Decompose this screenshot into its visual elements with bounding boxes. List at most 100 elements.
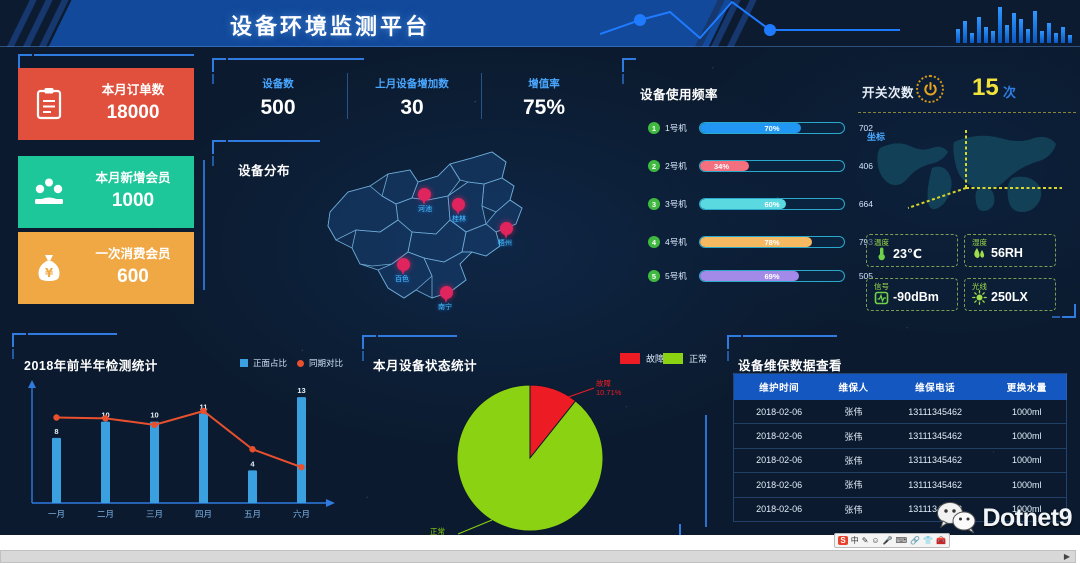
- usage-index-badge: 5: [648, 270, 660, 282]
- pie-legend-item-fault[interactable]: 故障: [620, 352, 664, 365]
- usage-progress-track[interactable]: 34%: [699, 160, 845, 172]
- device-status-pie-chart[interactable]: 故障10.71%正常89.29%: [400, 370, 690, 555]
- table-cell: 张伟: [824, 472, 883, 498]
- table-column-header[interactable]: 维护时间: [733, 373, 825, 400]
- ime-link-icon[interactable]: 🔗: [910, 536, 920, 545]
- usage-row-4[interactable]: 4 4号机 78% 793: [648, 235, 873, 249]
- stat-device-count: 设备数 500: [218, 76, 338, 120]
- ime-toolbar[interactable]: S 中 ✎ ☺ 🎤 ⌨ 🔗 👕 🧰: [834, 533, 950, 548]
- bar-chart-title: 2018年前半年检测统计: [24, 359, 158, 373]
- table-cell: 1000ml: [987, 400, 1067, 425]
- kpi-label: 本月订单数: [101, 83, 165, 98]
- pie-panel-divider: [705, 415, 707, 527]
- horizontal-scrollbar[interactable]: ▶: [0, 550, 1076, 563]
- table-row[interactable]: 2018-02-06 张伟 13111345462 1000ml: [733, 400, 1067, 425]
- ime-keyboard-icon[interactable]: ⌨: [896, 536, 908, 545]
- table-header-row: 维护时间 维保人 维保电话 更换水量: [733, 373, 1067, 400]
- usage-device-name: 2号机: [665, 161, 687, 171]
- detection-bar-line-chart[interactable]: 8一月10二月10三月11四月4五月13六月: [14, 375, 344, 525]
- usage-row-1[interactable]: 1 1号机 70% 702: [648, 121, 873, 135]
- svg-text:三月: 三月: [146, 509, 163, 519]
- watermark: Dotnet9: [936, 501, 1072, 535]
- table-column-header[interactable]: 维保人: [824, 373, 883, 400]
- table-row[interactable]: 2018-02-06 张伟 13111345462 1000ml: [733, 472, 1067, 498]
- table-row[interactable]: 2018-02-06 张伟 13111345462 1000ml: [733, 448, 1067, 474]
- kpi-card-single-spend[interactable]: ¥ 一次消费会员 600: [18, 232, 194, 304]
- usage-progress-track[interactable]: 70%: [699, 122, 845, 134]
- table-cell: 13111345462: [882, 423, 988, 449]
- ime-skin-icon[interactable]: 👕: [923, 536, 933, 545]
- sensor-card-temperature[interactable]: 温度 23℃: [866, 234, 958, 267]
- legend-swatch: [620, 353, 640, 364]
- usage-panel-title: 设备使用频率: [640, 88, 719, 102]
- usage-row-3[interactable]: 3 3号机 60% 664: [648, 197, 873, 211]
- coordinate-axes: [907, 130, 1062, 209]
- header-line-graphic: [600, 0, 900, 40]
- table-cell: 张伟: [824, 448, 883, 474]
- members-icon: [18, 177, 80, 207]
- power-icon[interactable]: [916, 75, 944, 103]
- ime-voice-icon[interactable]: 🎤: [883, 536, 893, 545]
- usage-index-badge: 1: [648, 122, 660, 134]
- kpi-card-orders[interactable]: 本月订单数 18000: [18, 68, 194, 140]
- svg-text:一月: 一月: [48, 509, 65, 519]
- kpi-card-new-members[interactable]: 本月新增会员 1000: [18, 156, 194, 228]
- stat-label: 上月设备增加数: [375, 78, 449, 90]
- header-equalizer: [956, 3, 1072, 43]
- usage-index-badge: 3: [648, 198, 660, 210]
- usage-row-5[interactable]: 5 5号机 69% 505: [648, 269, 873, 283]
- pie-legend-item-normal[interactable]: 正常: [663, 352, 707, 365]
- usage-percent-label: 60%: [764, 199, 780, 209]
- scroll-right-arrow[interactable]: ▶: [1060, 551, 1074, 562]
- stat-value: 500: [260, 96, 296, 119]
- svg-text:¥: ¥: [45, 266, 54, 280]
- table-cell: 2018-02-06: [733, 497, 825, 522]
- page-title: 设备环境监测平台: [229, 14, 430, 39]
- ime-mode-icon[interactable]: 中: [851, 535, 859, 546]
- sensor-card-signal[interactable]: 信号 -90dBm: [866, 278, 958, 311]
- table-panel-title: 设备维保数据查看: [738, 359, 843, 373]
- device-distribution-map[interactable]: 河池 桂林 梧州 百色 南宁: [300, 140, 590, 320]
- table-cell: 张伟: [824, 497, 883, 522]
- sogou-logo-icon[interactable]: S: [838, 536, 848, 545]
- table-cell: 2018-02-06: [733, 472, 825, 498]
- svg-text:二月: 二月: [97, 509, 114, 519]
- stat-label: 增值率: [528, 78, 560, 90]
- svg-text:10: 10: [150, 411, 158, 420]
- ime-pen-icon[interactable]: ✎: [862, 536, 869, 545]
- ime-toolbox-icon[interactable]: 🧰: [936, 536, 946, 545]
- sensor-card-humidity[interactable]: 湿度 56RH: [964, 234, 1056, 267]
- stat-divider: [347, 73, 348, 119]
- map-city-label: 桂林: [452, 216, 466, 223]
- usage-progress-track[interactable]: 60%: [699, 198, 845, 210]
- bar-legend-item-1[interactable]: 正面占比: [240, 357, 287, 369]
- legend-swatch: [663, 353, 683, 364]
- maintenance-table[interactable]: 维护时间 维保人 维保电话 更换水量 2018-02-06 张伟 13111345462 1…: [733, 373, 1067, 522]
- table-row[interactable]: 2018-02-06 张伟 13111345462 1000ml: [733, 423, 1067, 449]
- kpi-divider-line: [203, 160, 205, 290]
- table-cell: 13111345462: [882, 472, 988, 498]
- usage-row-2[interactable]: 2 2号机 34% 406: [648, 159, 873, 173]
- table-cell: 2018-02-06: [733, 448, 825, 474]
- bar-legend-item-2[interactable]: 同期对比: [297, 357, 343, 369]
- ime-emoji-icon[interactable]: ☺: [871, 536, 879, 545]
- table-column-header[interactable]: 更换水量: [987, 373, 1067, 400]
- switch-count-unit: 次: [1003, 85, 1017, 100]
- thermometer-icon: [874, 246, 889, 261]
- sensor-card-light[interactable]: 光线 250LX: [964, 278, 1056, 311]
- legend-label: 同期对比: [309, 358, 344, 368]
- svg-text:13: 13: [297, 386, 305, 395]
- svg-text:4: 4: [250, 459, 255, 468]
- droplet-icon: [972, 246, 987, 261]
- table-column-header[interactable]: 维保电话: [882, 373, 988, 400]
- table-cell: 13111345462: [882, 400, 988, 425]
- map-city-label: 河池: [418, 206, 432, 213]
- usage-device-name: 4号机: [665, 237, 687, 247]
- switch-count-label: 开关次数: [862, 86, 915, 100]
- legend-label: 故障: [646, 354, 665, 364]
- table-cell: 1000ml: [987, 423, 1067, 449]
- sensor-value: 56RH: [991, 246, 1023, 260]
- header-underline: [0, 46, 1080, 47]
- usage-progress-track[interactable]: 78%: [699, 236, 845, 248]
- usage-progress-track[interactable]: 69%: [699, 270, 845, 282]
